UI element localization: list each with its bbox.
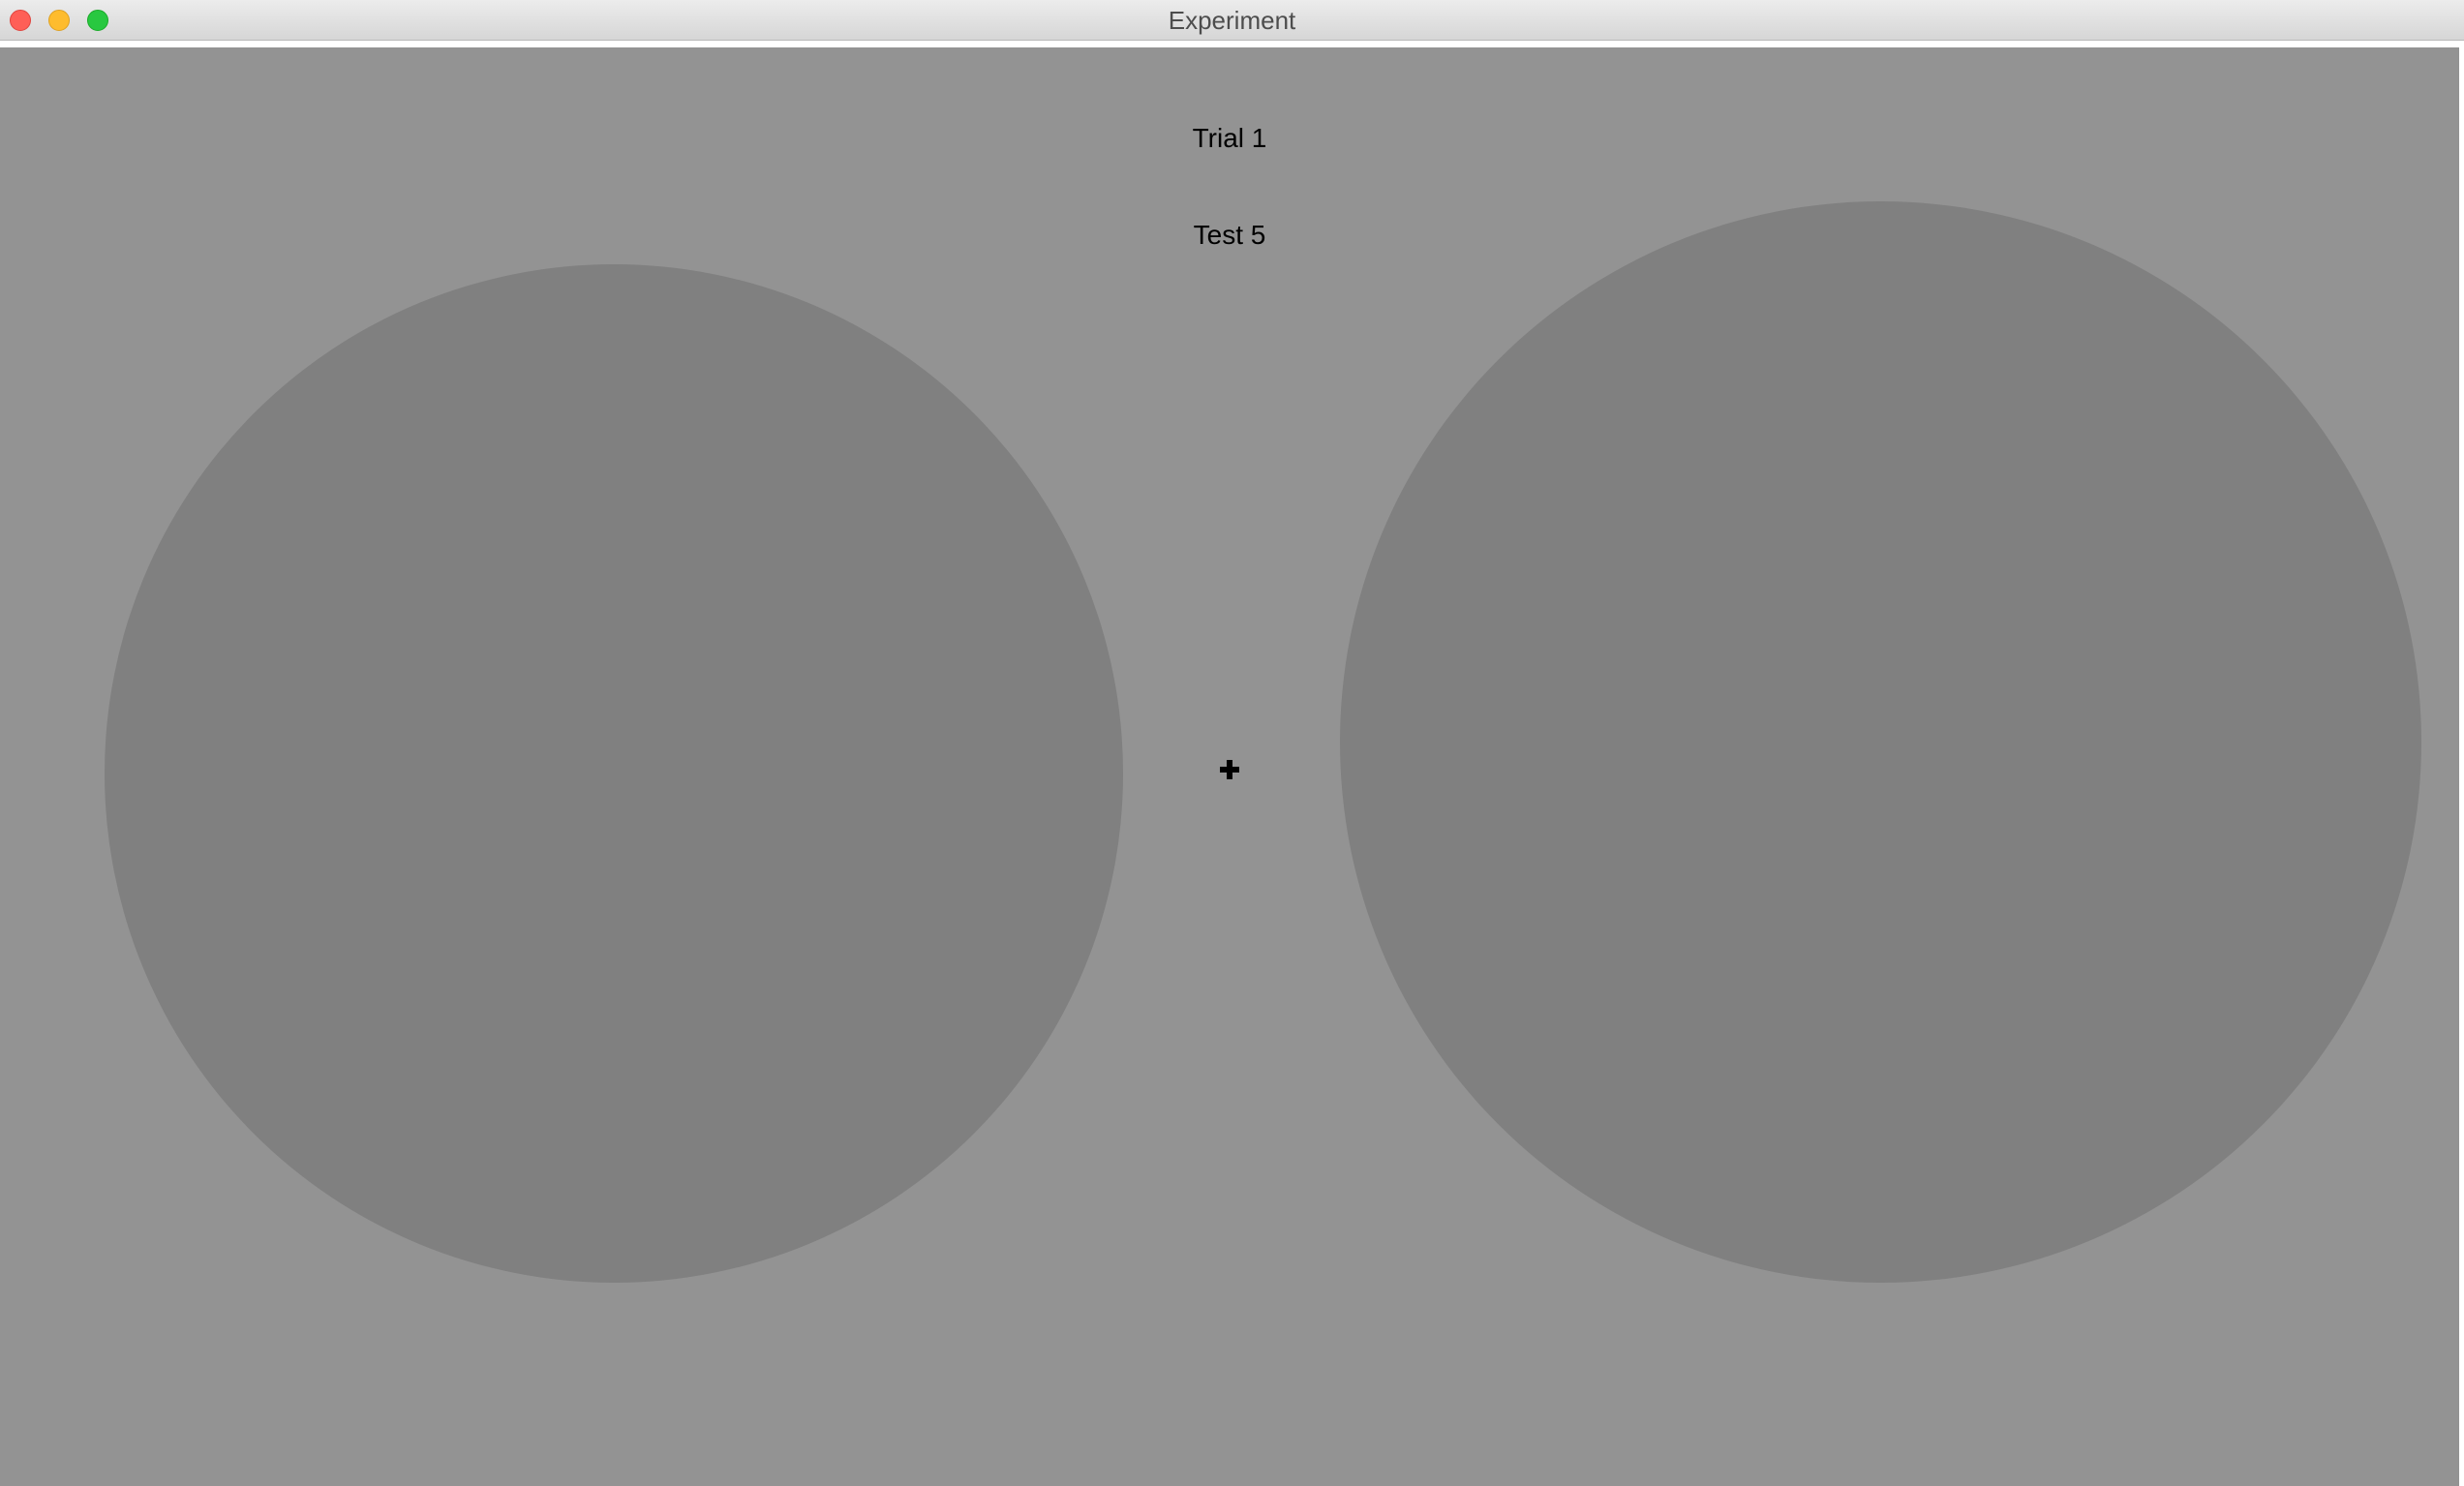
right-stimulus-circle[interactable] [1340, 201, 2421, 1283]
window-title: Experiment [1168, 6, 1296, 35]
trial-label: Trial 1 [1192, 123, 1267, 153]
left-stimulus-circle[interactable] [105, 264, 1123, 1283]
top-divider [0, 41, 2459, 47]
experiment-window: Experiment Trial 1 Test 5 [0, 0, 2464, 1486]
title-bar[interactable]: Experiment [0, 0, 2464, 41]
test-label: Test 5 [1193, 220, 1266, 250]
right-edge [2459, 41, 2464, 1486]
fixation-vertical-bar [1227, 760, 1232, 779]
plus-icon [1220, 760, 1239, 779]
